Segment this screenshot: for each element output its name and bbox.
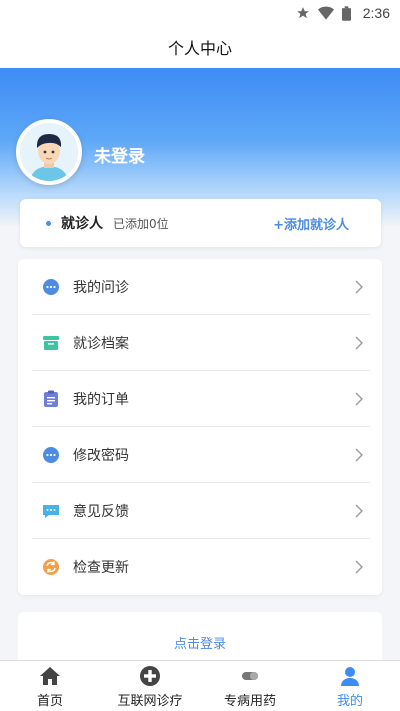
nav-label: 首页: [36, 694, 63, 709]
chevron-right-icon: [355, 560, 363, 574]
nav-item-online-clinic[interactable]: 互联网诊疗: [100, 661, 200, 711]
chevron-right-icon: [355, 504, 363, 517]
nav-item-profile[interactable]: 我的: [300, 661, 400, 711]
menu-item-consultations[interactable]: 我的问诊: [32, 259, 370, 315]
nav-item-home[interactable]: 首页: [0, 661, 100, 711]
clipboard-list-icon: [42, 390, 60, 408]
nav-label: 我的: [336, 694, 363, 709]
medical-cross-icon: [140, 666, 160, 686]
page-title-bar: 个人中心: [0, 26, 400, 68]
nav-label: 互联网诊疗: [117, 694, 183, 709]
bullet-dot: [46, 220, 51, 226]
avatar-person-icon: [20, 123, 78, 181]
chevron-right-icon: [355, 336, 363, 349]
menu-label: 意见反馈: [73, 503, 129, 520]
menu-item-medical-records[interactable]: 就诊档案: [32, 315, 370, 371]
status-time: 2:36: [362, 5, 390, 21]
chat-bubble-icon: [42, 278, 60, 296]
menu-item-orders[interactable]: 我的订单: [32, 371, 370, 427]
menu-item-change-password[interactable]: 修改密码: [32, 427, 370, 483]
home-icon: [40, 667, 60, 685]
menu-label: 就诊档案: [73, 335, 129, 352]
status-bar: 2:36: [0, 0, 400, 26]
page-title: 个人中心: [167, 39, 232, 58]
patient-label: 就诊人: [61, 216, 103, 232]
battery-icon: [341, 5, 351, 21]
menu-list: 我的问诊 就诊档案 我的订单 修改密码 意见反馈 检查更新: [18, 259, 382, 595]
bottom-nav: 首页 互联网诊疗 专病用药 我的: [0, 660, 400, 711]
chat-dots-icon: [42, 446, 60, 464]
patient-count: 已添加0位: [113, 216, 169, 231]
chevron-right-icon: [355, 448, 363, 461]
login-button[interactable]: 点击登录: [174, 633, 226, 652]
medicine-icon: [242, 672, 258, 680]
nav-item-medicine[interactable]: 专病用药: [200, 661, 300, 711]
patient-card: 就诊人 已添加0位 +添加就诊人: [20, 199, 381, 247]
wifi-icon: [317, 6, 334, 20]
login-status-name[interactable]: 未登录: [94, 142, 145, 167]
menu-label: 检查更新: [73, 560, 129, 576]
chevron-right-icon: [355, 392, 363, 405]
star-icon: [296, 7, 309, 19]
menu-label: 我的问诊: [73, 279, 129, 296]
menu-item-feedback[interactable]: 意见反馈: [32, 483, 370, 539]
profile-icon: [341, 667, 359, 686]
avatar[interactable]: [16, 119, 82, 185]
menu-label: 我的订单: [73, 391, 129, 408]
refresh-update-icon: [42, 558, 60, 576]
feedback-message-icon: [42, 502, 60, 520]
nav-label: 专病用药: [223, 694, 276, 709]
add-patient-button[interactable]: +添加就诊人: [273, 214, 349, 233]
chevron-right-icon: [355, 280, 363, 293]
menu-item-check-update[interactable]: 检查更新: [32, 539, 370, 595]
menu-label: 修改密码: [73, 447, 129, 464]
archive-box-icon: [42, 334, 60, 352]
